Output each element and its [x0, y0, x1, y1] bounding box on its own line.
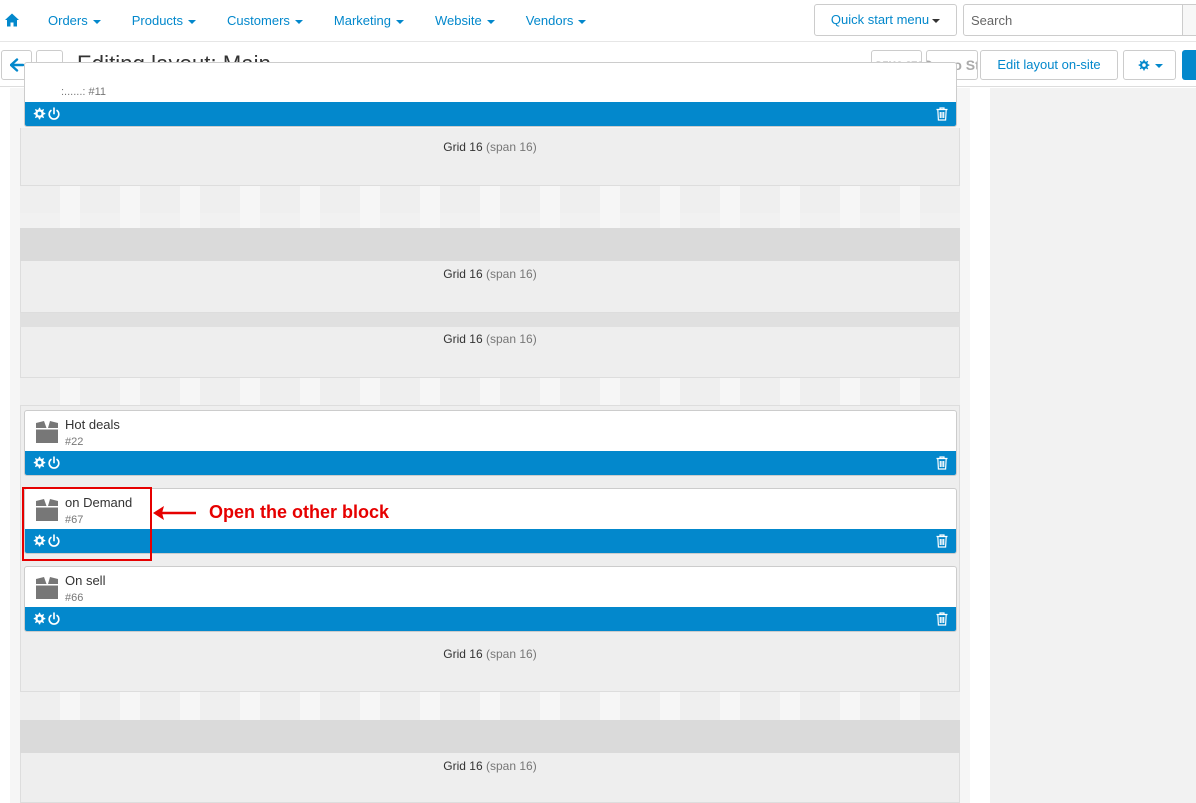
- power-icon[interactable]: [47, 534, 61, 548]
- container-separator: [20, 186, 960, 213]
- edit-layout-onsite-button[interactable]: Edit layout on-site: [980, 50, 1118, 80]
- sidebar-panel: [990, 88, 1196, 803]
- container-header[interactable]: [20, 720, 960, 753]
- save-button[interactable]: [1182, 50, 1196, 80]
- power-icon[interactable]: [47, 456, 61, 470]
- block-name: on Demand: [65, 495, 133, 510]
- grid-label: Grid 16 (span 16): [443, 140, 537, 154]
- layout-block[interactable]: :......: #11: [24, 62, 957, 127]
- search-button[interactable]: [1182, 4, 1196, 36]
- gear-icon[interactable]: [32, 456, 46, 470]
- search-input[interactable]: [963, 4, 1183, 36]
- block-name: Hot deals: [65, 417, 120, 432]
- block-toolbar: [25, 529, 956, 553]
- block-toolbar: [25, 102, 956, 126]
- caret-down-icon: [578, 19, 587, 24]
- caret-down-icon: [1154, 63, 1163, 68]
- nav-customers[interactable]: Customers: [227, 0, 303, 42]
- nav-products[interactable]: Products: [132, 0, 197, 42]
- block-id: #67: [65, 514, 84, 526]
- grid-label: Grid 16 (span 16): [443, 267, 537, 281]
- block-toolbar: [25, 451, 956, 475]
- nav-marketing[interactable]: Marketing: [334, 0, 404, 42]
- block-toolbar: [25, 607, 956, 631]
- gear-icon[interactable]: [32, 612, 46, 626]
- caret-down-icon: [395, 19, 404, 24]
- top-navbar: Orders Products Customers Marketing Webs…: [0, 0, 1196, 42]
- block-id: #66: [65, 592, 84, 604]
- block-name: On sell: [65, 573, 106, 588]
- power-icon[interactable]: [47, 612, 61, 626]
- layout-block[interactable]: On sell #66: [24, 566, 957, 632]
- layout-block[interactable]: Hot deals #22: [24, 410, 957, 476]
- block-box-icon: [36, 577, 58, 599]
- caret-down-icon: [486, 19, 495, 24]
- block-box-icon: [36, 499, 58, 521]
- caret-down-icon: [932, 18, 941, 23]
- arrow-left-icon: [10, 58, 24, 72]
- block-box-icon: [36, 421, 58, 443]
- caret-down-icon: [92, 19, 101, 24]
- caret-down-icon: [294, 19, 303, 24]
- container-separator: [20, 692, 960, 720]
- nav-orders[interactable]: Orders: [48, 0, 101, 42]
- grid-label: Grid 16 (span 16): [443, 759, 537, 773]
- block-id: :......: #11: [61, 86, 107, 98]
- quick-start-menu-button[interactable]: Quick start menu: [814, 4, 957, 36]
- container-separator: [20, 378, 960, 405]
- block-id: #22: [65, 436, 84, 448]
- grid-container[interactable]: Grid 16 (span 16): [20, 327, 960, 378]
- gear-icon: [1138, 59, 1149, 71]
- container-header[interactable]: [20, 228, 960, 261]
- grid-divider: [20, 313, 960, 327]
- annotation-text: Open the other block: [209, 502, 390, 522]
- grid-label: Grid 16 (span 16): [443, 332, 537, 346]
- nav-vendors[interactable]: Vendors: [526, 0, 587, 42]
- caret-down-icon: [188, 19, 197, 24]
- grid-label: Grid 16 (span 16): [443, 647, 537, 661]
- grid-container[interactable]: Grid 16 (span 16): [20, 261, 960, 313]
- gear-icon[interactable]: [32, 534, 46, 548]
- trash-icon[interactable]: [936, 456, 948, 470]
- trash-icon[interactable]: [936, 534, 948, 548]
- trash-icon[interactable]: [936, 107, 948, 121]
- power-icon[interactable]: [47, 107, 61, 121]
- grid-container[interactable]: Grid 16 (span 16): [20, 128, 960, 186]
- trash-icon[interactable]: [936, 612, 948, 626]
- annotation-arrow-icon: [153, 506, 196, 520]
- main-menu: Orders Products Customers Marketing Webs…: [48, 0, 617, 42]
- container-separator: [20, 213, 960, 228]
- grid-container[interactable]: Grid 16 (span 16): [20, 753, 960, 803]
- settings-dropdown-button[interactable]: [1123, 50, 1176, 80]
- gear-icon[interactable]: [32, 107, 46, 121]
- nav-website[interactable]: Website: [435, 0, 495, 42]
- home-icon[interactable]: [4, 11, 20, 29]
